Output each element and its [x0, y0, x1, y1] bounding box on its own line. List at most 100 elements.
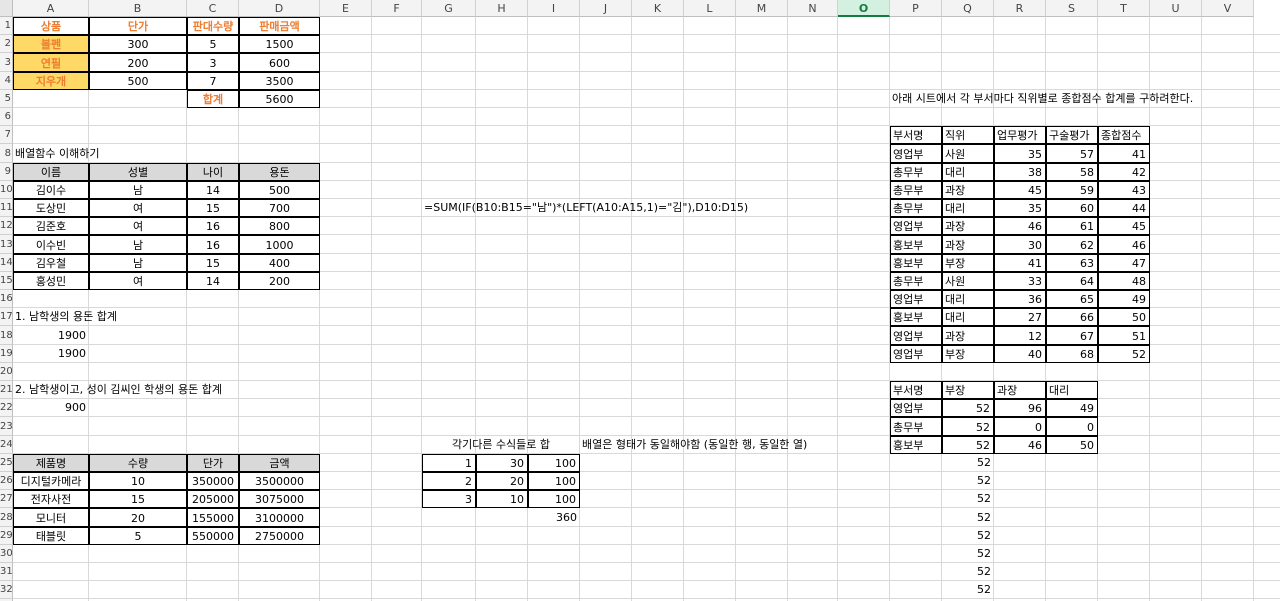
dept-value-cell[interactable]: 35	[994, 144, 1046, 163]
summary-header-cell[interactable]: 부서명	[890, 381, 942, 399]
column-header-e[interactable]: E	[320, 0, 372, 17]
sales-value-cell[interactable]: 500	[89, 72, 187, 90]
dept-value-cell[interactable]: 43	[1098, 181, 1150, 199]
row-header-22[interactable]: 22	[0, 399, 13, 417]
product-cell[interactable]: 디지털카메라	[13, 472, 89, 490]
dept-value-cell[interactable]: 48	[1098, 272, 1150, 290]
row-header-15[interactable]: 15	[0, 272, 13, 290]
student-header-cell[interactable]: 이름	[13, 163, 89, 181]
dept-value-cell[interactable]: 67	[1046, 326, 1098, 345]
dept-text-cell[interactable]: 대리	[942, 199, 994, 217]
dept-text-cell[interactable]: 총무부	[890, 199, 942, 217]
mini-table-title[interactable]: 각기다른 수식들로 합	[422, 436, 580, 454]
dept-text-cell[interactable]: 총무부	[890, 272, 942, 290]
dept-value-cell[interactable]: 42	[1098, 163, 1150, 181]
select-all-corner[interactable]	[0, 0, 13, 17]
question-2-label[interactable]: 2. 남학생이고, 성이 김씨인 학생의 용돈 합계	[13, 381, 222, 399]
student-value-cell[interactable]: 여	[89, 272, 187, 290]
dept-text-cell[interactable]: 영업부	[890, 290, 942, 308]
column-header-u[interactable]: U	[1150, 0, 1202, 17]
column-header-a[interactable]: A	[13, 0, 89, 17]
student-value-cell[interactable]: 여	[89, 217, 187, 235]
row-header-25[interactable]: 25	[0, 454, 13, 472]
dept-text-cell[interactable]: 부장	[942, 254, 994, 272]
student-value-cell[interactable]: 1000	[239, 235, 320, 254]
student-value-cell[interactable]: 200	[239, 272, 320, 290]
sales-value-cell[interactable]: 1500	[239, 35, 320, 53]
spill-value-cell[interactable]: 52	[942, 472, 994, 490]
dept-value-cell[interactable]: 12	[994, 326, 1046, 345]
summary-dept-cell[interactable]: 홍보부	[890, 436, 942, 454]
sales-total-label[interactable]: 합계	[187, 90, 239, 108]
dept-value-cell[interactable]: 62	[1046, 235, 1098, 254]
summary-value-cell[interactable]: 52	[942, 399, 994, 417]
dept-text-cell[interactable]: 홍보부	[890, 254, 942, 272]
dept-text-cell[interactable]: 총무부	[890, 181, 942, 199]
product-value-cell[interactable]: 3500000	[239, 472, 320, 490]
summary-value-cell[interactable]: 96	[994, 399, 1046, 417]
product-header-cell[interactable]: 금액	[239, 454, 320, 472]
sales-value-cell[interactable]: 3500	[239, 72, 320, 90]
product-value-cell[interactable]: 20	[89, 508, 187, 527]
student-value-cell[interactable]: 16	[187, 217, 239, 235]
dept-text-cell[interactable]: 과장	[942, 217, 994, 235]
student-value-cell[interactable]: 15	[187, 254, 239, 272]
product-value-cell[interactable]: 5	[89, 527, 187, 545]
question-1-label[interactable]: 1. 남학생의 용돈 합계	[13, 308, 117, 326]
question-1-result[interactable]: 1900	[13, 345, 89, 363]
mini-table-cell[interactable]: 20	[476, 472, 528, 490]
column-header-t[interactable]: T	[1098, 0, 1150, 17]
summary-value-cell[interactable]: 0	[994, 417, 1046, 436]
dept-text-cell[interactable]: 총무부	[890, 163, 942, 181]
student-value-cell[interactable]: 500	[239, 181, 320, 199]
dept-text-cell[interactable]: 홍보부	[890, 235, 942, 254]
dept-value-cell[interactable]: 57	[1046, 144, 1098, 163]
mini-table-cell[interactable]: 30	[476, 454, 528, 472]
spill-value-cell[interactable]: 52	[942, 563, 994, 581]
summary-value-cell[interactable]: 46	[994, 436, 1046, 454]
sales-header-cell[interactable]: 판매금액	[239, 17, 320, 35]
summary-value-cell[interactable]: 52	[942, 436, 994, 454]
formula-text[interactable]: =SUM(IF(B10:B15="남")*(LEFT(A10:A15,1)="김…	[422, 199, 748, 217]
row-header-8[interactable]: 8	[0, 144, 13, 163]
row-header-18[interactable]: 18	[0, 326, 13, 345]
product-cell[interactable]: 태블릿	[13, 527, 89, 545]
row-header-28[interactable]: 28	[0, 508, 13, 527]
student-value-cell[interactable]: 16	[187, 235, 239, 254]
column-header-r[interactable]: R	[994, 0, 1046, 17]
student-name-cell[interactable]: 김우철	[13, 254, 89, 272]
dept-value-cell[interactable]: 38	[994, 163, 1046, 181]
dept-value-cell[interactable]: 61	[1046, 217, 1098, 235]
row-header-10[interactable]: 10	[0, 181, 13, 199]
product-value-cell[interactable]: 10	[89, 472, 187, 490]
dept-text-cell[interactable]: 사원	[942, 144, 994, 163]
column-header-l[interactable]: L	[684, 0, 736, 17]
array-shape-note[interactable]: 배열은 형태가 동일해야함 (동일한 행, 동일한 열)	[580, 436, 807, 454]
row-header-24[interactable]: 24	[0, 436, 13, 454]
row-header-19[interactable]: 19	[0, 345, 13, 363]
dept-header-cell[interactable]: 직위	[942, 126, 994, 144]
mini-table-cell[interactable]: 10	[476, 490, 528, 508]
mini-table-cell[interactable]: 3	[422, 490, 476, 508]
sales-value-cell[interactable]: 5	[187, 35, 239, 53]
column-header-c[interactable]: C	[187, 0, 239, 17]
spill-value-cell[interactable]: 52	[942, 490, 994, 508]
student-name-cell[interactable]: 홍성민	[13, 272, 89, 290]
dept-header-cell[interactable]: 종합점수	[1098, 126, 1150, 144]
product-value-cell[interactable]: 2750000	[239, 527, 320, 545]
product-name-cell[interactable]: 연필	[13, 53, 89, 72]
dept-value-cell[interactable]: 52	[1098, 345, 1150, 363]
column-header-k[interactable]: K	[632, 0, 684, 17]
spill-value-cell[interactable]: 52	[942, 508, 994, 527]
summary-value-cell[interactable]: 49	[1046, 399, 1098, 417]
sales-value-cell[interactable]: 300	[89, 35, 187, 53]
dept-text-cell[interactable]: 과장	[942, 326, 994, 345]
dept-value-cell[interactable]: 65	[1046, 290, 1098, 308]
dept-value-cell[interactable]: 30	[994, 235, 1046, 254]
student-name-cell[interactable]: 이수빈	[13, 235, 89, 254]
mini-table-cell[interactable]: 100	[528, 472, 580, 490]
row-header-21[interactable]: 21	[0, 381, 13, 399]
dept-text-cell[interactable]: 부장	[942, 345, 994, 363]
dept-value-cell[interactable]: 41	[1098, 144, 1150, 163]
dept-text-cell[interactable]: 영업부	[890, 345, 942, 363]
